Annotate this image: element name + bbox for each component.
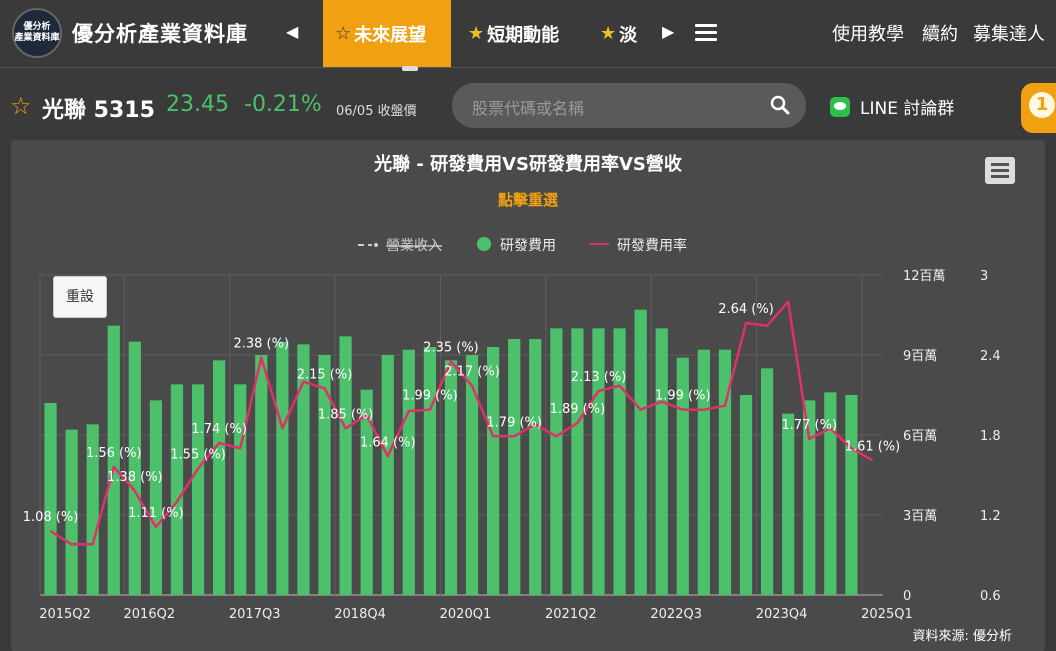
rd-expense-bar[interactable] <box>234 384 247 595</box>
x-axis-tick-label: 2020Q1 <box>440 607 492 622</box>
rd-expense-bar[interactable] <box>276 341 289 595</box>
left-axis-tick-label: 12百萬 <box>903 269 946 284</box>
chart-svg: 光聯 - 研發費用VS研發費用率VS營收 點擊重選 營業收入 研發費用 研發費用… <box>23 153 1012 644</box>
left-axis-tick-label: 9百萬 <box>903 349 937 364</box>
rd-expense-bar[interactable] <box>423 347 436 595</box>
right-axis-tick-label: 2.4 <box>980 349 1001 364</box>
right-axis-tick-label: 0.6 <box>980 589 1001 604</box>
rd-expense-bar[interactable] <box>170 384 184 595</box>
left-axis-tick-label: 3百萬 <box>903 509 937 524</box>
rd-ratio-data-label: 1.61 (%) <box>845 439 901 454</box>
rd-expense-bar[interactable] <box>571 328 584 595</box>
rd-expense-bar[interactable] <box>128 341 141 595</box>
rd-ratio-data-label: 2.13 (%) <box>571 370 627 385</box>
rd-expense-bar[interactable] <box>592 328 605 595</box>
rd-ratio-data-label: 1.99 (%) <box>402 389 458 404</box>
rd-ratio-data-label: 2.15 (%) <box>297 367 353 382</box>
data-source-label: 資料來源: 優分析 <box>912 629 1012 644</box>
chart-subtitle[interactable]: 點擊重選 <box>498 191 558 209</box>
right-axis-tick-label: 1.2 <box>980 509 1001 524</box>
rd-ratio-data-label: 1.74 (%) <box>191 422 247 437</box>
rd-ratio-data-label: 2.38 (%) <box>233 337 289 352</box>
x-axis-tick-label: 2023Q4 <box>756 607 808 622</box>
rd-expense-bar[interactable] <box>508 339 521 595</box>
left-axis-tick-label: 6百萬 <box>903 429 937 444</box>
rd-ratio-data-label: 1.99 (%) <box>655 389 711 404</box>
rd-ratio-data-label: 1.85 (%) <box>318 407 374 422</box>
x-axis-tick-label: 2021Q2 <box>545 607 597 622</box>
reset-zoom-button[interactable]: 重設 <box>53 276 107 318</box>
legend-label-rd-expense: 研發費用 <box>500 238 556 254</box>
rd-expense-bar[interactable] <box>845 395 858 595</box>
legend-item-rd-ratio[interactable]: 研發費用率 <box>590 237 687 254</box>
chart-gridlines <box>39 274 883 596</box>
rd-expense-bar[interactable] <box>402 349 415 595</box>
x-axis-tick-label: 2015Q2 <box>39 607 91 622</box>
rd-expense-bar[interactable] <box>634 309 647 595</box>
x-axis-tick-label: 2016Q2 <box>124 607 176 622</box>
rd-expense-bar[interactable] <box>697 349 710 595</box>
x-axis-tick-label: 2022Q3 <box>650 607 702 622</box>
rd-expense-bar[interactable] <box>465 355 479 595</box>
rd-ratio-data-label: 1.55 (%) <box>170 447 226 462</box>
rd-expense-bar[interactable] <box>529 339 542 595</box>
x-axis-tick-label: 2017Q3 <box>229 607 281 622</box>
rd-ratio-data-label: 1.56 (%) <box>86 446 142 461</box>
rd-expense-bar[interactable] <box>191 384 205 595</box>
rd-ratio-data-label: 1.89 (%) <box>550 402 606 417</box>
rd-ratio-data-label: 1.38 (%) <box>107 470 163 485</box>
rd-ratio-data-label: 1.79 (%) <box>486 415 542 430</box>
rd-ratio-data-label: 1.08 (%) <box>23 510 79 525</box>
rd-expense-bar[interactable] <box>487 347 500 595</box>
rd-ratio-data-label: 1.64 (%) <box>360 435 416 450</box>
rd-ratio-data-label: 2.35 (%) <box>423 341 479 356</box>
legend-item-rd-expense[interactable]: 研發費用 <box>477 237 556 254</box>
chart-title: 光聯 - 研發費用VS研發費用率VS營收 <box>373 153 682 175</box>
x-axis-tick-label: 2025Q1 <box>861 607 913 622</box>
rd-ratio-data-label: 1.77 (%) <box>781 418 837 433</box>
y-axis-labels: 0 3百萬 6百萬 9百萬 12百萬 0.6 1.2 1.8 2.4 3 <box>903 269 1001 604</box>
rd-ratio-data-label: 1.11 (%) <box>128 506 184 521</box>
rd-expense-bar[interactable] <box>149 400 163 595</box>
legend-label-revenue: 營業收入 <box>386 238 442 254</box>
rd-expense-bar[interactable] <box>550 328 563 595</box>
rd-expense-bar[interactable] <box>213 360 226 595</box>
rd-expense-bar[interactable] <box>760 368 774 595</box>
rd-expense-bar[interactable] <box>255 355 268 595</box>
rd-expense-bar[interactable] <box>613 328 626 595</box>
right-axis-tick-label: 1.8 <box>980 429 1001 444</box>
x-axis-labels: 2015Q2 2016Q2 2017Q3 2018Q4 2020Q1 2021Q2 2022… <box>39 607 913 622</box>
legend-item-revenue[interactable]: 營業收入 <box>358 238 442 254</box>
x-axis-tick-label: 2018Q4 <box>334 607 386 622</box>
right-axis-tick-label: 3 <box>980 269 988 284</box>
rd-expense-bar[interactable] <box>44 403 57 595</box>
rd-expense-bar[interactable] <box>655 328 668 595</box>
rd-expense-bar[interactable] <box>381 355 394 595</box>
chart-legend: 營業收入 研發費用 研發費用率 <box>358 237 687 254</box>
rd-ratio-data-label: 2.64 (%) <box>718 302 774 317</box>
rd-ratio-data-label: 2.17 (%) <box>444 365 500 380</box>
legend-label-rd-ratio: 研發費用率 <box>617 237 687 254</box>
left-axis-tick-label: 0 <box>903 589 911 604</box>
rd-expense-bar[interactable] <box>739 395 753 595</box>
rd-expense-bar[interactable] <box>782 413 795 595</box>
